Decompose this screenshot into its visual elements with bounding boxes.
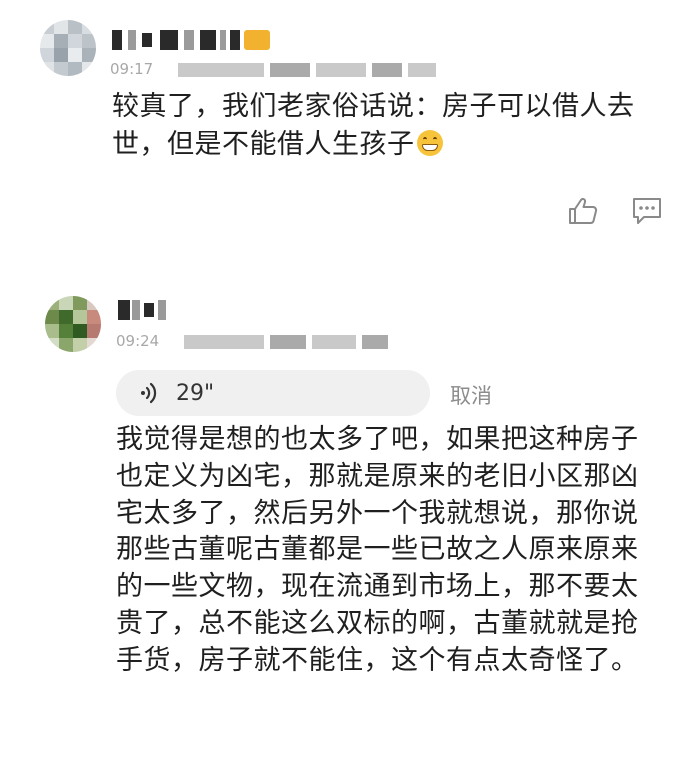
location-blurred [178,63,264,77]
timestamp: 09:17 [110,60,154,78]
username-blurred[interactable] [112,28,272,50]
sound-wave-icon [141,382,157,404]
timestamp: 09:24 [116,332,160,350]
avatar[interactable] [40,20,96,76]
voice-duration: 29" [176,381,215,406]
location-blurred [184,335,264,349]
comment-text: 我觉得是想的也太多了吧，如果把这种房子也定义为凶宅，那就是原来的老旧小区那凶宅太… [116,424,639,676]
like-button[interactable] [566,196,600,226]
reply-button[interactable] [630,196,664,226]
thumbs-up-icon [569,197,598,224]
username-blurred[interactable] [118,298,178,320]
voice-message-player[interactable]: 29" [116,370,430,416]
comment-bubble-icon [633,198,661,224]
cancel-button[interactable]: 取消 [450,380,492,410]
avatar[interactable] [45,296,101,352]
grinning-face-emoji-icon [416,130,443,156]
comment-item: 09:24 29" 取消 我觉得是想的也太多了吧，如果把这种房子也定义为凶宅，那… [0,280,683,760]
comment-item: 09:17 较真了，我们老家俗话说：房子可以借人去世，但是不能借人生孩子 [0,0,683,250]
comment-text: 较真了，我们老家俗话说：房子可以借人去世，但是不能借人生孩子 [112,91,635,160]
